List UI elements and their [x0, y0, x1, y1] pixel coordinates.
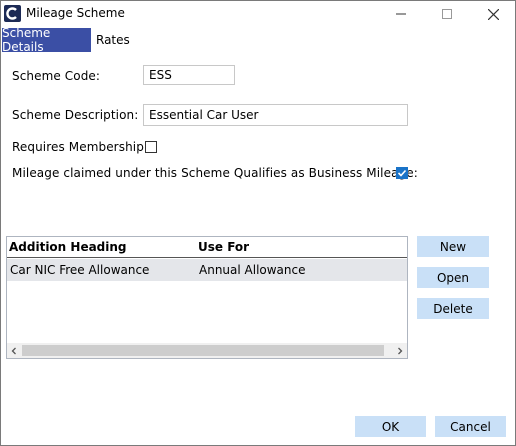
scroll-left-icon[interactable]: [10, 347, 18, 355]
minimize-icon: [396, 13, 406, 15]
scheme-code-label: Scheme Code:: [12, 69, 101, 83]
close-button[interactable]: [470, 1, 516, 27]
maximize-button[interactable]: [424, 1, 470, 27]
horizontal-scrollbar[interactable]: [7, 343, 407, 358]
scroll-right-icon[interactable]: [396, 347, 404, 355]
tab-scheme-details[interactable]: Scheme Details: [2, 26, 91, 54]
requires-membership-label: Requires Membership:: [12, 140, 149, 154]
mileage-scheme-window: Mileage Scheme Scheme Details Rates Sche…: [0, 0, 516, 446]
scheme-description-label: Scheme Description:: [12, 108, 139, 122]
tab-rates[interactable]: Rates: [96, 33, 130, 47]
table-row[interactable]: Car NIC Free Allowance Annual Allowance: [7, 259, 407, 281]
close-icon: [487, 8, 499, 20]
business-mileage-checkbox[interactable]: [396, 167, 408, 179]
scrollbar-thumb[interactable]: [22, 345, 384, 356]
minimize-button[interactable]: [378, 1, 424, 27]
grid-header: Addition Heading Use For: [7, 237, 407, 258]
title-bar: Mileage Scheme: [1, 1, 515, 27]
column-header-use-for[interactable]: Use For: [198, 240, 249, 254]
scheme-description-input[interactable]: Essential Car User: [143, 104, 408, 126]
ok-button[interactable]: OK: [355, 416, 426, 437]
maximize-icon: [442, 9, 452, 19]
business-mileage-label: Mileage claimed under this Scheme Qualif…: [12, 166, 418, 180]
additions-grid: Addition Heading Use For Car NIC Free Al…: [6, 236, 408, 359]
window-title: Mileage Scheme: [26, 6, 125, 20]
tab-strip: Scheme Details Rates: [1, 26, 515, 54]
app-logo-icon: [4, 5, 21, 22]
new-button[interactable]: New: [417, 236, 489, 257]
delete-button[interactable]: Delete: [417, 298, 489, 319]
requires-membership-checkbox[interactable]: [145, 141, 157, 153]
cell-addition-heading: Car NIC Free Allowance: [10, 263, 150, 277]
column-header-addition-heading[interactable]: Addition Heading: [9, 240, 127, 254]
cancel-button[interactable]: Cancel: [435, 416, 506, 437]
scheme-code-input[interactable]: ESS: [143, 65, 235, 85]
cell-use-for: Annual Allowance: [199, 263, 306, 277]
open-button[interactable]: Open: [417, 267, 489, 288]
checkmark-icon: [397, 169, 407, 177]
